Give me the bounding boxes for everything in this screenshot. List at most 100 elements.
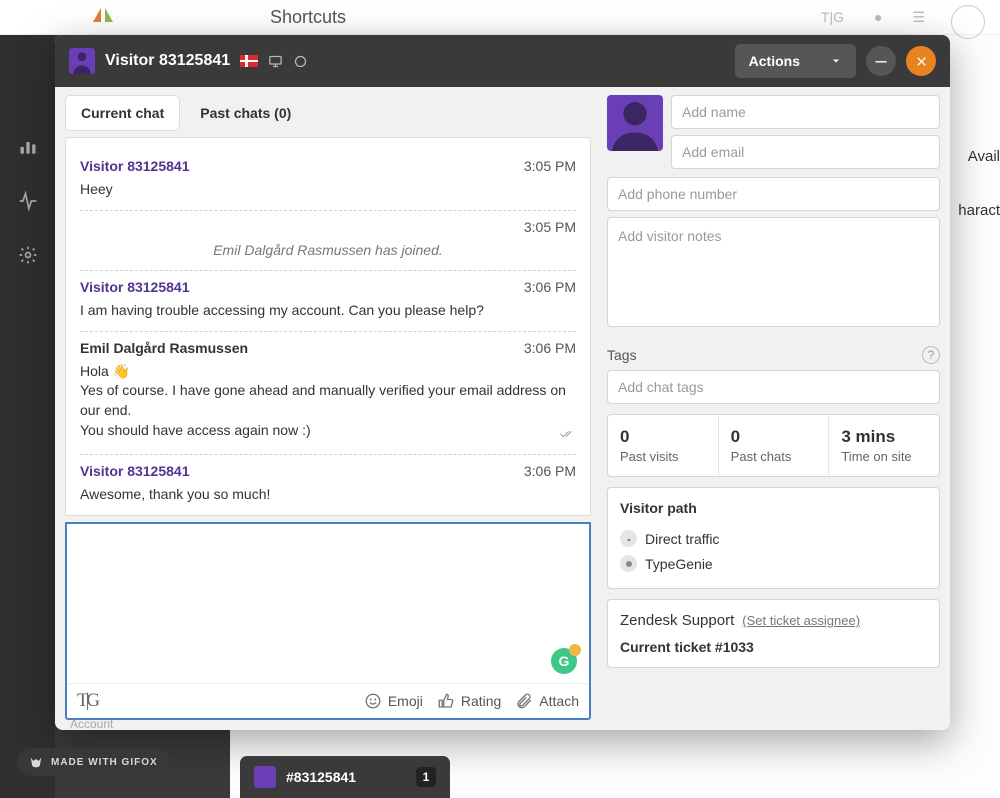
stat-label: Time on site	[841, 449, 927, 464]
read-receipt-icon	[560, 425, 576, 445]
typegenie-logo[interactable]: T|G	[77, 690, 97, 712]
stat-label: Past chats	[731, 449, 817, 464]
visitor-avatar-icon	[69, 48, 95, 74]
user-avatar-top[interactable]	[951, 5, 985, 39]
composer-toolbar: T|G Emoji Rating Attach	[67, 683, 589, 718]
chevron-down-icon	[830, 55, 842, 67]
help-icon[interactable]: ?	[922, 346, 940, 364]
tab-current-chat[interactable]: Current chat	[65, 95, 180, 131]
transcript[interactable]: Visitor 83125841 3:05 PM Heey 3:05 PM Em…	[65, 137, 591, 516]
visitor-info-pane: Tags ? 0 Past visits 0 Past chats 3 mins…	[601, 87, 950, 730]
path-label: TypeGenie	[645, 556, 713, 572]
message-input[interactable]	[67, 524, 589, 683]
grammarly-icon[interactable]: G	[551, 648, 577, 674]
message-line: Hola 👋	[80, 362, 576, 382]
topbar-icon-1: ●	[874, 9, 882, 25]
dot-icon	[620, 555, 637, 572]
email-input[interactable]	[671, 135, 940, 169]
visitor-stats: 0 Past visits 0 Past chats 3 mins Time o…	[607, 414, 940, 477]
message-body: Emil Dalgård Rasmussen has joined.	[80, 241, 576, 261]
message-visitor: Visitor 83125841 3:06 PM Awesome, thank …	[80, 455, 576, 515]
message-sender: Visitor 83125841	[80, 279, 190, 295]
topbar-icon-2: ☰	[912, 9, 925, 26]
message-body: I am having trouble accessing my account…	[80, 301, 576, 321]
message-agent: Emil Dalgård Rasmussen 3:06 PM Hola 👋 Ye…	[80, 332, 576, 455]
tg-logo-small: T|G	[821, 9, 844, 25]
emoji-button[interactable]: Emoji	[364, 692, 423, 710]
chat-tab-label: #83125841	[286, 769, 356, 785]
message-body: Heey	[80, 180, 576, 200]
browser-icon	[293, 54, 308, 69]
rating-label: Rating	[461, 693, 501, 709]
gifox-text: MADE WITH GIFOX	[51, 757, 158, 768]
message-line: Yes of course. I have gone ahead and man…	[80, 381, 576, 420]
stat-label: Past visits	[620, 449, 706, 464]
message-time: 3:05 PM	[524, 219, 576, 235]
chat-tab-avatar-icon	[254, 766, 276, 788]
chat-tab[interactable]: #83125841 1	[240, 756, 450, 798]
tags-label: Tags	[607, 347, 637, 363]
minimize-button[interactable]: –	[866, 46, 896, 76]
path-item-typegenie[interactable]: TypeGenie	[620, 551, 927, 576]
visitor-avatar-large	[607, 95, 663, 151]
message-composer: T|G Emoji Rating Attach	[65, 522, 591, 720]
message-body: Hola 👋 Yes of course. I have gone ahead …	[80, 362, 576, 444]
actions-button[interactable]: Actions	[735, 44, 856, 78]
composer-wrap: T|G Emoji Rating Attach	[65, 516, 591, 720]
close-icon	[915, 55, 928, 68]
message-sender: Emil Dalgård Rasmussen	[80, 340, 248, 356]
tab-past-chats[interactable]: Past chats (0)	[184, 95, 307, 131]
gear-icon[interactable]	[16, 243, 40, 267]
desktop-icon	[268, 54, 283, 69]
activity-icon[interactable]	[16, 189, 40, 213]
message-body: Awesome, thank you so much!	[80, 485, 576, 505]
tags-section-label: Tags ?	[607, 346, 940, 364]
message-visitor: Visitor 83125841 3:05 PM Heey	[80, 150, 576, 211]
path-item-direct: Direct traffic	[620, 526, 927, 551]
character-label: haract	[958, 202, 1000, 219]
message-system: 3:05 PM Emil Dalgård Rasmussen has joine…	[80, 211, 576, 272]
message-time: 3:06 PM	[524, 279, 576, 295]
profile-row	[607, 95, 940, 169]
stat-value: 0	[731, 427, 817, 447]
tags-input[interactable]	[607, 370, 940, 404]
actions-label: Actions	[749, 53, 800, 69]
left-rail	[0, 35, 55, 798]
path-label: Direct traffic	[645, 531, 719, 547]
zendesk-title: Zendesk Support	[620, 612, 734, 629]
attach-button[interactable]: Attach	[515, 692, 579, 710]
message-time: 3:06 PM	[524, 463, 576, 479]
bar-chart-icon[interactable]	[16, 135, 40, 159]
arrow-down-icon	[620, 530, 637, 547]
current-ticket-label: Current ticket #1033	[620, 639, 927, 655]
card-title: Visitor path	[620, 500, 927, 516]
unread-badge: 1	[416, 767, 436, 787]
gifox-watermark: MADE WITH GIFOX	[17, 748, 170, 776]
smile-icon	[364, 692, 382, 710]
thumbs-up-icon	[437, 692, 455, 710]
modal-header: Visitor 83125841 Actions –	[55, 35, 950, 87]
visitor-notes-input[interactable]	[607, 217, 940, 327]
chat-modal: Visitor 83125841 Actions – Current chat …	[55, 35, 950, 730]
account-nav-label: Account	[70, 717, 113, 731]
message-sender: Visitor 83125841	[80, 463, 190, 479]
stat-value: 0	[620, 427, 706, 447]
rating-button[interactable]: Rating	[437, 692, 501, 710]
message-line: You should have access again now :)	[80, 421, 311, 445]
name-input[interactable]	[671, 95, 940, 129]
chat-tabs: Current chat Past chats (0)	[65, 95, 591, 131]
message-time: 3:06 PM	[524, 340, 576, 356]
message-visitor: Visitor 83125841 3:06 PM I am having tro…	[80, 271, 576, 332]
topbar: Shortcuts T|G ● ☰	[0, 0, 1000, 35]
zendesk-card: Zendesk Support (Set ticket assignee) Cu…	[607, 599, 940, 668]
close-button[interactable]	[906, 46, 936, 76]
denmark-flag-icon	[240, 55, 258, 67]
visitor-path-card: Visitor path Direct traffic TypeGenie	[607, 487, 940, 589]
set-assignee-link[interactable]: (Set ticket assignee)	[742, 613, 860, 628]
stat-past-visits: 0 Past visits	[608, 415, 719, 476]
stat-value: 3 mins	[841, 427, 927, 447]
phone-input[interactable]	[607, 177, 940, 211]
stat-time-on-site: 3 mins Time on site	[829, 415, 939, 476]
visitor-title: Visitor 83125841	[105, 52, 230, 70]
page-title: Shortcuts	[270, 7, 346, 28]
